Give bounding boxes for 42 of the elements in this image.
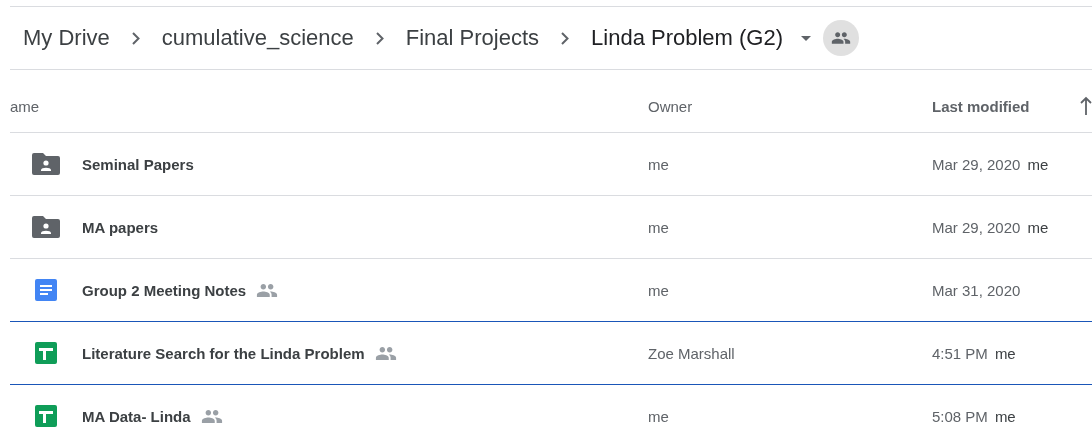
file-name: MA papers [82, 218, 159, 236]
file-name: Literature Search for the Linda Problem [82, 344, 365, 362]
file-row[interactable]: MA Data- Linda me 5:08 PM me [10, 385, 1092, 447]
modified-date: 4:51 PM [932, 344, 988, 362]
column-header[interactable]: Last modified [932, 97, 1062, 115]
file-name: MA Data- Linda [82, 407, 191, 425]
modified-by: me [1027, 218, 1049, 236]
document-icon [35, 279, 57, 301]
chevron-icon [375, 31, 384, 45]
modified-date: 5:08 PM [932, 407, 988, 425]
file-name: Seminal Papers [82, 155, 194, 173]
breadcrumb-link[interactable]: Final Projects [401, 21, 544, 55]
column-header[interactable]: Owner [648, 97, 932, 115]
owner-text: me [648, 407, 670, 425]
modified-date: Mar 29, 2020 [932, 155, 1021, 173]
dropdown-caret-icon[interactable] [801, 35, 812, 41]
spreadsheet-icon [35, 405, 57, 427]
shared-folder-icon [32, 153, 60, 175]
breadcrumb-link[interactable]: Linda Problem (G2) [587, 21, 788, 55]
file-name: Group 2 Meeting Notes [82, 281, 247, 299]
owner-text: Zoe Marshall [648, 344, 736, 362]
modified-by: me [994, 344, 1016, 362]
owner-text: me [648, 281, 670, 299]
breadcrumb-link[interactable]: cumulative_science [157, 21, 358, 55]
modified-date: Mar 31, 2020 [932, 281, 1021, 299]
modified-date: Mar 29, 2020 [932, 218, 1021, 236]
file-row[interactable]: Literature Search for the Linda Problem Zoe Marshall 4:51 PM me [10, 321, 1092, 385]
chevron-icon [561, 31, 570, 45]
file-row[interactable]: Seminal Papers me Mar 29, 2020 me [10, 133, 1092, 196]
sort-arrow-icon[interactable] [1080, 96, 1092, 116]
file-row[interactable]: MA papers me Mar 29, 2020 me [10, 196, 1092, 259]
owner-text: me [648, 155, 670, 173]
owner-text: me [648, 218, 670, 236]
modified-by: me [994, 407, 1016, 425]
file-row[interactable]: Group 2 Meeting Notes me Mar 31, 2020 [10, 259, 1092, 322]
breadcrumb-link[interactable]: My Drive [19, 21, 114, 55]
shared-folder-button[interactable] [823, 20, 860, 56]
column-header[interactable]: ame [10, 97, 648, 115]
spreadsheet-icon [35, 342, 57, 364]
modified-by: me [1027, 155, 1049, 173]
shared-folder-icon [32, 216, 60, 238]
chevron-icon [131, 31, 140, 45]
